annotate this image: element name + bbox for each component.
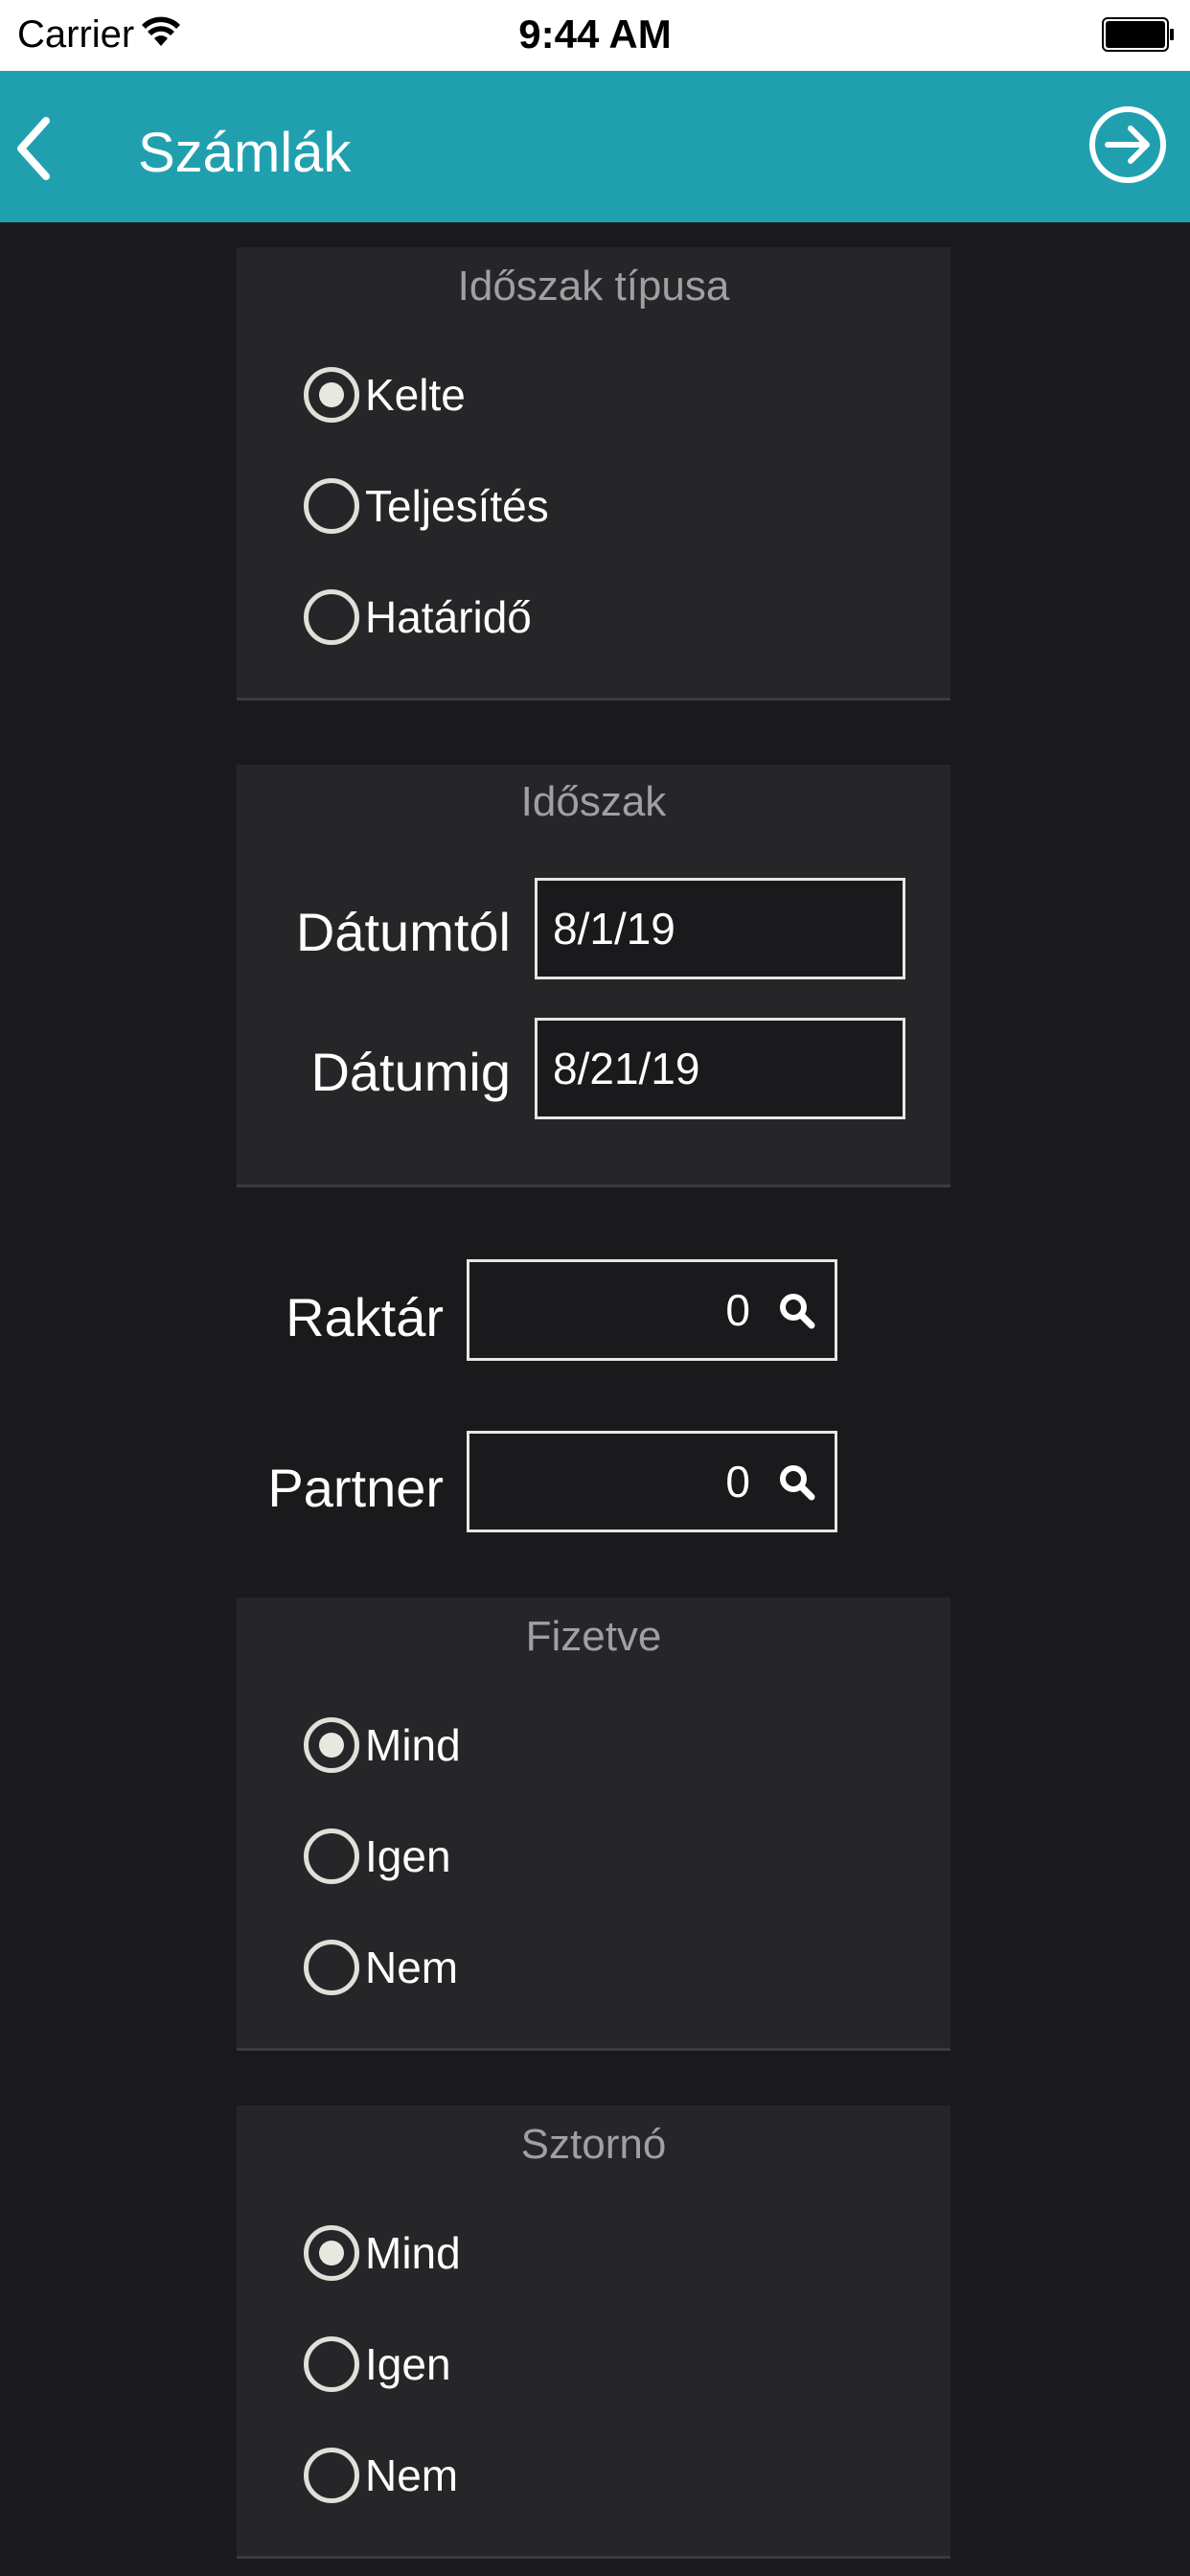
- storno-panel: Sztornó Mind Igen Nem: [237, 2105, 950, 2559]
- radio-label: Nem: [365, 1943, 459, 1992]
- paid-panel: Fizetve Mind Igen Nem: [237, 1598, 950, 2051]
- radio-empty-icon: [304, 478, 359, 534]
- storno-title: Sztornó: [520, 2121, 667, 2168]
- radio-empty-icon: [304, 589, 359, 645]
- radio-label: Kelte: [365, 370, 466, 420]
- radio-selected-icon: [304, 2225, 359, 2281]
- radio-option-storno-mind[interactable]: Mind: [304, 2215, 461, 2291]
- date-from-field[interactable]: 8/1/19: [535, 878, 905, 979]
- radio-label: Nem: [365, 2450, 459, 2500]
- radio-label: Mind: [365, 1720, 461, 1770]
- date-to-value: 8/21/19: [553, 1044, 700, 1093]
- warehouse-search-field[interactable]: 0: [467, 1259, 837, 1361]
- radio-label: Igen: [365, 1831, 451, 1881]
- radio-label: Teljesítés: [365, 481, 549, 531]
- date-from-label: Dátumtól: [295, 902, 511, 962]
- partner-search-field[interactable]: 0: [467, 1431, 837, 1532]
- radio-option-paid-mind[interactable]: Mind: [304, 1707, 461, 1783]
- search-icon[interactable]: [779, 1293, 815, 1329]
- back-button[interactable]: [8, 115, 61, 182]
- status-bar: Carrier 9:44 AM: [0, 0, 1190, 71]
- radio-empty-icon: [304, 1828, 359, 1884]
- radio-label: Igen: [365, 2339, 451, 2389]
- radio-option-hatarido[interactable]: Határidő: [304, 579, 532, 656]
- date-to-field[interactable]: 8/21/19: [535, 1018, 905, 1119]
- radio-label: Határidő: [365, 592, 532, 642]
- partner-value: 0: [725, 1457, 750, 1506]
- radio-option-kelte[interactable]: Kelte: [304, 356, 466, 433]
- radio-option-storno-igen[interactable]: Igen: [304, 2326, 451, 2403]
- nav-bar: Számlák: [0, 71, 1190, 222]
- page-title: Számlák: [138, 122, 352, 184]
- partner-label: Partner: [267, 1458, 444, 1518]
- radio-empty-icon: [304, 2448, 359, 2503]
- warehouse-label: Raktár: [286, 1287, 444, 1347]
- period-type-title: Időszak típusa: [457, 263, 730, 310]
- battery-icon: [1102, 17, 1174, 52]
- date-to-label: Dátumig: [310, 1042, 511, 1102]
- status-time: 9:44 AM: [518, 12, 672, 57]
- period-type-panel: Időszak típusa Kelte Teljesítés Határidő: [237, 247, 950, 701]
- warehouse-value: 0: [725, 1285, 750, 1335]
- search-icon[interactable]: [779, 1464, 815, 1501]
- paid-title: Fizetve: [525, 1613, 662, 1660]
- radio-empty-icon: [304, 2336, 359, 2392]
- radio-label: Mind: [365, 2228, 461, 2278]
- radio-selected-icon: [304, 1717, 359, 1773]
- radio-option-paid-igen[interactable]: Igen: [304, 1818, 451, 1895]
- radio-selected-icon: [304, 367, 359, 423]
- arrow-right-circle-icon[interactable]: [1087, 94, 1169, 196]
- period-title: Időszak: [520, 778, 667, 825]
- date-from-value: 8/1/19: [553, 904, 675, 954]
- radio-option-teljesites[interactable]: Teljesítés: [304, 468, 549, 544]
- period-panel: Időszak Dátumtól 8/1/19 Dátumig 8/21/19: [237, 765, 950, 1187]
- radio-option-storno-nem[interactable]: Nem: [304, 2437, 458, 2514]
- radio-option-paid-nem[interactable]: Nem: [304, 1929, 458, 2006]
- radio-empty-icon: [304, 1940, 359, 1995]
